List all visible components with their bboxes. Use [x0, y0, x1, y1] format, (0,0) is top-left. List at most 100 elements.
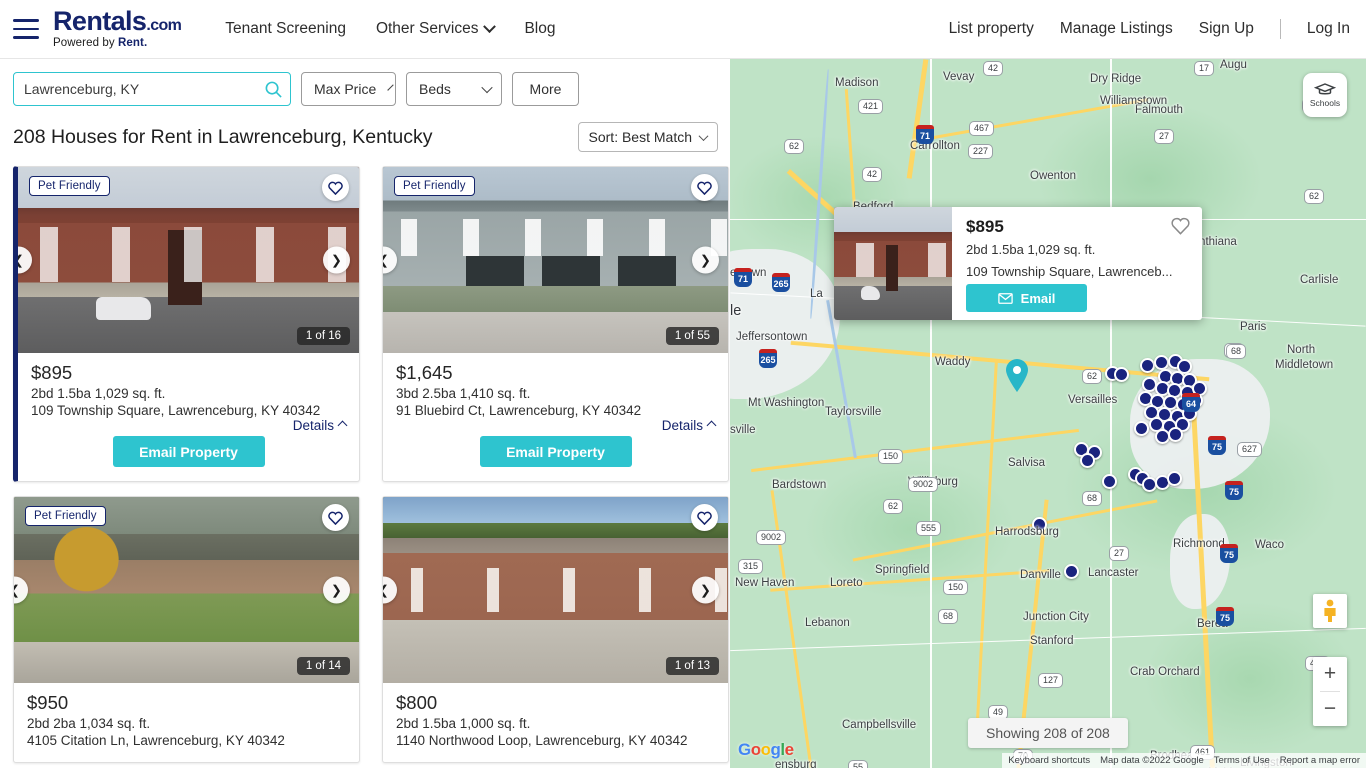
map-marker[interactable]: [1140, 358, 1155, 373]
interstate-shield-icon: 71: [916, 125, 934, 144]
nav-log-in[interactable]: Log In: [1307, 20, 1350, 38]
map-marker[interactable]: [1102, 474, 1117, 489]
selected-property-pin[interactable]: [1004, 359, 1030, 393]
map-city-label: La: [810, 288, 823, 300]
nav-other-services[interactable]: Other Services: [376, 19, 497, 38]
listing-specs: 2bd 1.5ba 1,029 sq. ft.: [31, 386, 166, 401]
search-button[interactable]: [256, 73, 290, 105]
filter-beds[interactable]: Beds: [406, 72, 502, 106]
map-marker[interactable]: [1167, 471, 1182, 486]
carousel-next-button[interactable]: ❯: [323, 576, 350, 604]
email-property-button[interactable]: Email Property: [479, 436, 632, 467]
listing-price: $950: [27, 692, 69, 713]
email-property-button[interactable]: Email Property: [112, 436, 265, 467]
carousel-next-button[interactable]: ❯: [692, 576, 719, 604]
map-panel[interactable]: $895 2bd 1.5ba 1,029 sq. ft. 109 Townshi…: [730, 59, 1366, 768]
nav-label: Blog: [524, 20, 556, 37]
chevron-up-icon: [706, 420, 717, 431]
rentals-logo[interactable]: Rentals.com Powered by Rent.: [53, 8, 182, 50]
route-shield-icon: 68: [938, 609, 959, 624]
details-toggle[interactable]: Details: [293, 418, 348, 433]
favorite-button[interactable]: [691, 174, 718, 201]
search-box[interactable]: [13, 72, 291, 106]
popup-specs: 2bd 1.5ba 1,029 sq. ft.: [966, 242, 1096, 257]
listing-specs: 3bd 2.5ba 1,410 sq. ft.: [396, 386, 531, 401]
route-shield-icon: 150: [878, 449, 904, 464]
hamburger-icon[interactable]: [13, 19, 39, 39]
photo-counter: 1 of 55: [665, 327, 719, 345]
map-property-popup[interactable]: $895 2bd 1.5ba 1,029 sq. ft. 109 Townshi…: [834, 207, 1202, 320]
listing-photo[interactable]: Pet Friendly ❮ ❯ 1 of 14: [14, 497, 359, 683]
nav-manage-listings[interactable]: Manage Listings: [1060, 20, 1173, 38]
route-shield-icon: 62: [883, 499, 904, 514]
nav-tenant-screening[interactable]: Tenant Screening: [225, 20, 346, 38]
results-panel: Max Price Beds More 208 Houses for Rent …: [0, 59, 730, 768]
brand-suffix: .com: [146, 17, 182, 35]
schools-toggle-button[interactable]: Schools: [1303, 73, 1347, 117]
route-shield-icon: 127: [1038, 673, 1064, 688]
report-map-error-link[interactable]: Report a map error: [1280, 755, 1360, 766]
listing-photo[interactable]: Pet Friendly ❮ ❯ 1 of 16: [18, 167, 359, 353]
route-shield-icon: 555: [916, 521, 942, 536]
listing-card[interactable]: Pet Friendly ❮ ❯ 1 of 55 $1,645 3bd 2.5b…: [382, 166, 729, 482]
sort-dropdown[interactable]: Sort: Best Match: [577, 122, 718, 152]
map-marker[interactable]: [1154, 355, 1169, 370]
route-shield-icon: 227: [968, 144, 994, 159]
listing-card[interactable]: ❮ ❯ 1 of 13 $800 2bd 1.5ba 1,000 sq. ft.…: [382, 496, 729, 763]
listing-price: $800: [396, 692, 438, 713]
listing-details: $895 2bd 1.5ba 1,029 sq. ft. 109 Townshi…: [18, 353, 359, 481]
listing-grid: Pet Friendly ❮ ❯ 1 of 16 $895 2bd 1.5ba …: [0, 152, 730, 763]
heart-outline-icon: [697, 511, 712, 525]
route-shield-icon: 9002: [908, 477, 939, 492]
zoom-out-button[interactable]: −: [1313, 692, 1347, 726]
keyboard-shortcuts-link[interactable]: Keyboard shortcuts: [1008, 755, 1090, 766]
nav-label: Tenant Screening: [225, 20, 346, 37]
route-shield-icon: 27: [1154, 129, 1175, 144]
interstate-shield-icon: 75: [1225, 481, 1243, 500]
listing-photo[interactable]: Pet Friendly ❮ ❯ 1 of 55: [383, 167, 728, 353]
filter-label: Beds: [419, 81, 451, 97]
popup-favorite-button[interactable]: [1171, 217, 1190, 240]
map-marker[interactable]: [1134, 421, 1149, 436]
map-city-label: Loreto: [830, 577, 863, 589]
nav-sign-up[interactable]: Sign Up: [1199, 20, 1254, 38]
favorite-button[interactable]: [691, 504, 718, 531]
map-marker[interactable]: [1114, 367, 1129, 382]
filter-more[interactable]: More: [512, 72, 579, 106]
listing-card[interactable]: Pet Friendly ❮ ❯ 1 of 14 $950 2bd 2ba 1,…: [13, 496, 360, 763]
zoom-in-button[interactable]: +: [1313, 657, 1347, 691]
interstate-shield-icon: 265: [759, 349, 777, 368]
map-city-label: Williamstown: [1100, 95, 1168, 107]
listing-details: $800 2bd 1.5ba 1,000 sq. ft. 1140 Northw…: [383, 683, 728, 762]
interstate-shield-icon: 71: [734, 268, 752, 287]
interstate-shield-icon: 75: [1208, 436, 1226, 455]
map-marker[interactable]: [1168, 427, 1183, 442]
listing-card[interactable]: Pet Friendly ❮ ❯ 1 of 16 $895 2bd 1.5ba …: [13, 166, 360, 482]
map-marker[interactable]: [1064, 564, 1079, 579]
listing-photo[interactable]: ❮ ❯ 1 of 13: [383, 497, 728, 683]
favorite-button[interactable]: [322, 174, 349, 201]
carousel-next-button[interactable]: ❯: [323, 246, 350, 274]
map-marker[interactable]: [1080, 453, 1095, 468]
popup-thumbnail[interactable]: [834, 207, 952, 320]
map-city-label: Harrodsburg: [995, 526, 1059, 538]
route-shield-icon: 68: [1082, 491, 1103, 506]
street-view-pegman-icon[interactable]: [1313, 594, 1347, 628]
details-label: Details: [661, 418, 703, 433]
carousel-next-button[interactable]: ❯: [692, 246, 719, 274]
favorite-button[interactable]: [322, 504, 349, 531]
search-input[interactable]: [14, 73, 256, 105]
map-city-label: Owenton: [1030, 170, 1077, 182]
popup-address: 109 Township Square, Lawrenceb...: [966, 264, 1173, 279]
route-shield-icon: 421: [858, 99, 884, 114]
filter-max-price[interactable]: Max Price: [301, 72, 396, 106]
nav-blog[interactable]: Blog: [524, 20, 555, 38]
map-zoom-controls: + −: [1313, 657, 1347, 726]
page-title: 208 Houses for Rent in Lawrenceburg, Ken…: [13, 125, 433, 148]
nav-list-property[interactable]: List property: [949, 20, 1034, 38]
popup-email-button[interactable]: Email: [966, 284, 1087, 312]
heart-outline-icon: [328, 511, 343, 525]
terms-of-use-link[interactable]: Terms of Use: [1214, 755, 1270, 766]
map-city-label: Augu: [1220, 59, 1247, 71]
details-toggle[interactable]: Details: [661, 418, 717, 433]
